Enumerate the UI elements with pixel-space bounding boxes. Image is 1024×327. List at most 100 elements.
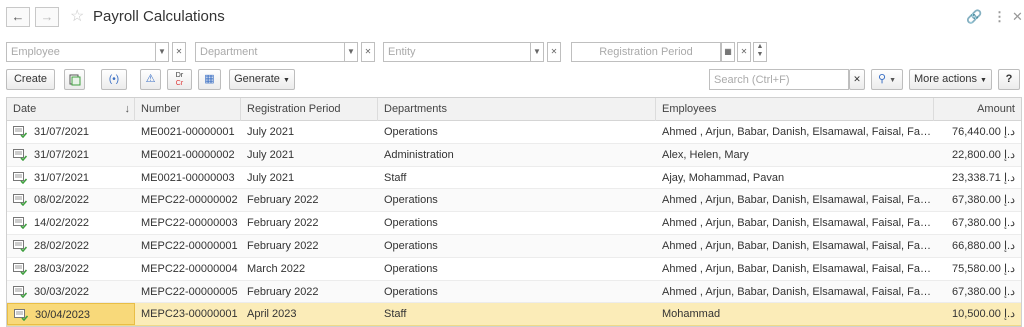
employee-clear-button[interactable]: ✕ — [172, 42, 186, 62]
close-icon[interactable]: ✕ — [1012, 9, 1023, 25]
employees-cell: Ahmed , Arjun, Babar, Danish, Elsamawal,… — [656, 281, 934, 303]
departments-cell: Operations — [378, 235, 656, 257]
search-button[interactable]: ⚲ ▼ — [871, 69, 903, 90]
employees-cell-text: Mohammad — [662, 308, 721, 321]
employee-dropdown-button[interactable]: ▼ — [155, 42, 169, 62]
entity-filter-input[interactable]: Entity — [383, 42, 531, 62]
department-dropdown-button[interactable]: ▼ — [344, 42, 358, 62]
link-icon[interactable]: 🔗 — [966, 9, 982, 25]
column-header-registration-period[interactable]: Registration Period — [241, 98, 378, 121]
employee-filter-input[interactable]: Employee — [6, 42, 156, 62]
departments-cell: Operations — [378, 121, 656, 143]
more-vertical-icon[interactable]: ⋮ — [993, 9, 1006, 25]
period-cell-text: March 2022 — [247, 262, 306, 275]
forward-button[interactable]: → — [35, 7, 59, 27]
employees-cell-text: Ahmed , Arjun, Babar, Danish, Elsamawal,… — [662, 194, 934, 207]
date-cell: 31/07/2021 — [7, 144, 135, 166]
table-row[interactable]: 28/02/2022 MEPC22-00000001 February 2022 Op… — [7, 235, 1021, 258]
period-cell-text: April 2023 — [247, 308, 297, 321]
entity-dropdown-button[interactable]: ▼ — [530, 42, 544, 62]
date-cell-text: 28/03/2022 — [34, 262, 90, 275]
period-spinner[interactable]: ▲ ▼ — [753, 42, 767, 62]
column-header-date[interactable]: Date ↓ — [7, 98, 135, 121]
amount-cell-text: 75,580.00 د.إ — [951, 262, 1015, 275]
table-row[interactable]: 31/07/2021 ME0021-00000003 July 2021 Staff A… — [7, 166, 1021, 190]
date-cell-text: 31/07/2021 — [34, 171, 90, 184]
column-header-number[interactable]: Number — [135, 98, 241, 121]
structure-button[interactable]: ▦ — [198, 69, 221, 90]
table-row[interactable]: 30/03/2022 MEPC22-00000005 February 2022 Op… — [7, 280, 1021, 304]
departments-cell-text: Staff — [384, 308, 407, 321]
column-header-departments[interactable]: Departments — [378, 98, 656, 121]
dr-cr-button[interactable]: Dr Cr — [167, 69, 192, 90]
number-cell-text: MEPC22-00000003 — [141, 217, 238, 230]
table-row[interactable]: 14/02/2022 MEPC22-00000003 February 2022 Op… — [7, 212, 1021, 235]
departments-cell-text: Operations — [384, 262, 438, 275]
period-cell: February 2022 — [241, 189, 378, 211]
title-bar: ← → ☆ Payroll Calculations 🔗 ⋮ ✕ — [0, 0, 1024, 36]
posted-document-icon — [13, 148, 27, 161]
period-cell: April 2023 — [241, 303, 378, 325]
employees-cell-text: Ahmed , Arjun, Babar, Danish, Elsamawal,… — [662, 217, 934, 230]
help-button[interactable]: ? — [998, 69, 1020, 90]
calendar-button[interactable]: ▦ — [721, 42, 735, 62]
table-row[interactable]: 08/02/2022 MEPC22-00000002 February 2022 Op… — [7, 189, 1021, 213]
department-filter-input[interactable]: Department — [195, 42, 345, 62]
date-cell-text: 31/07/2021 — [34, 126, 90, 138]
search-clear-button[interactable]: ✕ — [849, 69, 865, 90]
table-row[interactable]: 31/07/2021 ME0021-00000002 July 2021 Admini… — [7, 143, 1021, 167]
posted-document-icon — [13, 126, 27, 138]
period-cell-text: July 2021 — [247, 171, 295, 184]
search-input[interactable]: Search (Ctrl+F) — [709, 69, 849, 90]
amount-cell-text: 22,800.00 د.إ — [951, 148, 1015, 161]
departments-cell-text: Operations — [384, 217, 438, 230]
posted-document-icon — [13, 171, 27, 184]
search-icon: ⚲ — [877, 73, 887, 85]
departments-cell: Staff — [378, 167, 656, 189]
date-cell: 08/02/2022 — [7, 189, 135, 211]
amount-cell-text: 67,380.00 د.إ — [951, 194, 1015, 207]
table-row[interactable]: 31/07/2021 ME0021-00000001 July 2021 Operat… — [7, 121, 1021, 144]
arrow-left-icon: ← — [11, 9, 25, 24]
number-cell-text: MEPC22-00000005 — [141, 285, 238, 298]
table-row[interactable]: 28/03/2022 MEPC22-00000004 March 2022 Opera… — [7, 257, 1021, 281]
copy-document-button[interactable] — [64, 69, 85, 90]
number-cell: MEPC22-00000003 — [135, 212, 241, 234]
period-cell: February 2022 — [241, 235, 378, 257]
column-header-employees[interactable]: Employees — [656, 98, 934, 121]
period-clear-button[interactable]: ✕ — [737, 42, 751, 62]
period-cell: March 2022 — [241, 258, 378, 280]
table-row[interactable]: 30/04/2023 MEPC23-00000001 April 2023 Staff… — [7, 303, 1021, 326]
entity-clear-button[interactable]: ✕ — [547, 42, 561, 62]
period-cell: July 2021 — [241, 167, 378, 189]
departments-cell: Administration — [378, 144, 656, 166]
column-header-amount[interactable]: Amount — [934, 98, 1021, 121]
employees-cell-text: Ahmed , Arjun, Babar, Danish, Elsamawal,… — [662, 240, 934, 252]
employees-cell: Ahmed , Arjun, Babar, Danish, Elsamawal,… — [656, 121, 934, 143]
department-clear-button[interactable]: ✕ — [361, 42, 375, 62]
amount-cell: 10,500.00 د.إ — [934, 303, 1021, 325]
departments-cell: Staff — [378, 303, 656, 325]
registration-period-input[interactable]: Registration Period — [571, 42, 721, 62]
number-cell: ME0021-00000002 — [135, 144, 241, 166]
filter-bar: Employee ▼ ✕ Department ▼ ✕ Entity ▼ ✕ R… — [0, 42, 1024, 64]
period-cell-text: July 2021 — [247, 126, 295, 138]
notification-button[interactable]: ⚠ — [140, 69, 161, 90]
period-cell: February 2022 — [241, 212, 378, 234]
posted-document-icon — [13, 194, 27, 207]
date-cell: 14/02/2022 — [7, 212, 135, 234]
cr-label: Cr — [175, 80, 184, 87]
amount-cell-text: 67,380.00 د.إ — [951, 217, 1015, 230]
departments-cell-text: Administration — [384, 148, 454, 161]
copy-document-icon — [69, 74, 80, 86]
star-icon[interactable]: ☆ — [70, 7, 84, 27]
back-button[interactable]: ← — [6, 7, 30, 27]
posted-document-icon — [13, 285, 27, 298]
create-button[interactable]: Create — [6, 69, 55, 90]
generate-button[interactable]: Generate ▼ — [229, 69, 295, 90]
more-actions-button[interactable]: More actions ▼ — [909, 69, 992, 90]
post-button[interactable]: (•) — [101, 69, 127, 90]
close-icon: ✕ — [853, 74, 861, 84]
departments-cell-text: Operations — [384, 285, 438, 298]
date-cell-text: 31/07/2021 — [34, 148, 90, 161]
